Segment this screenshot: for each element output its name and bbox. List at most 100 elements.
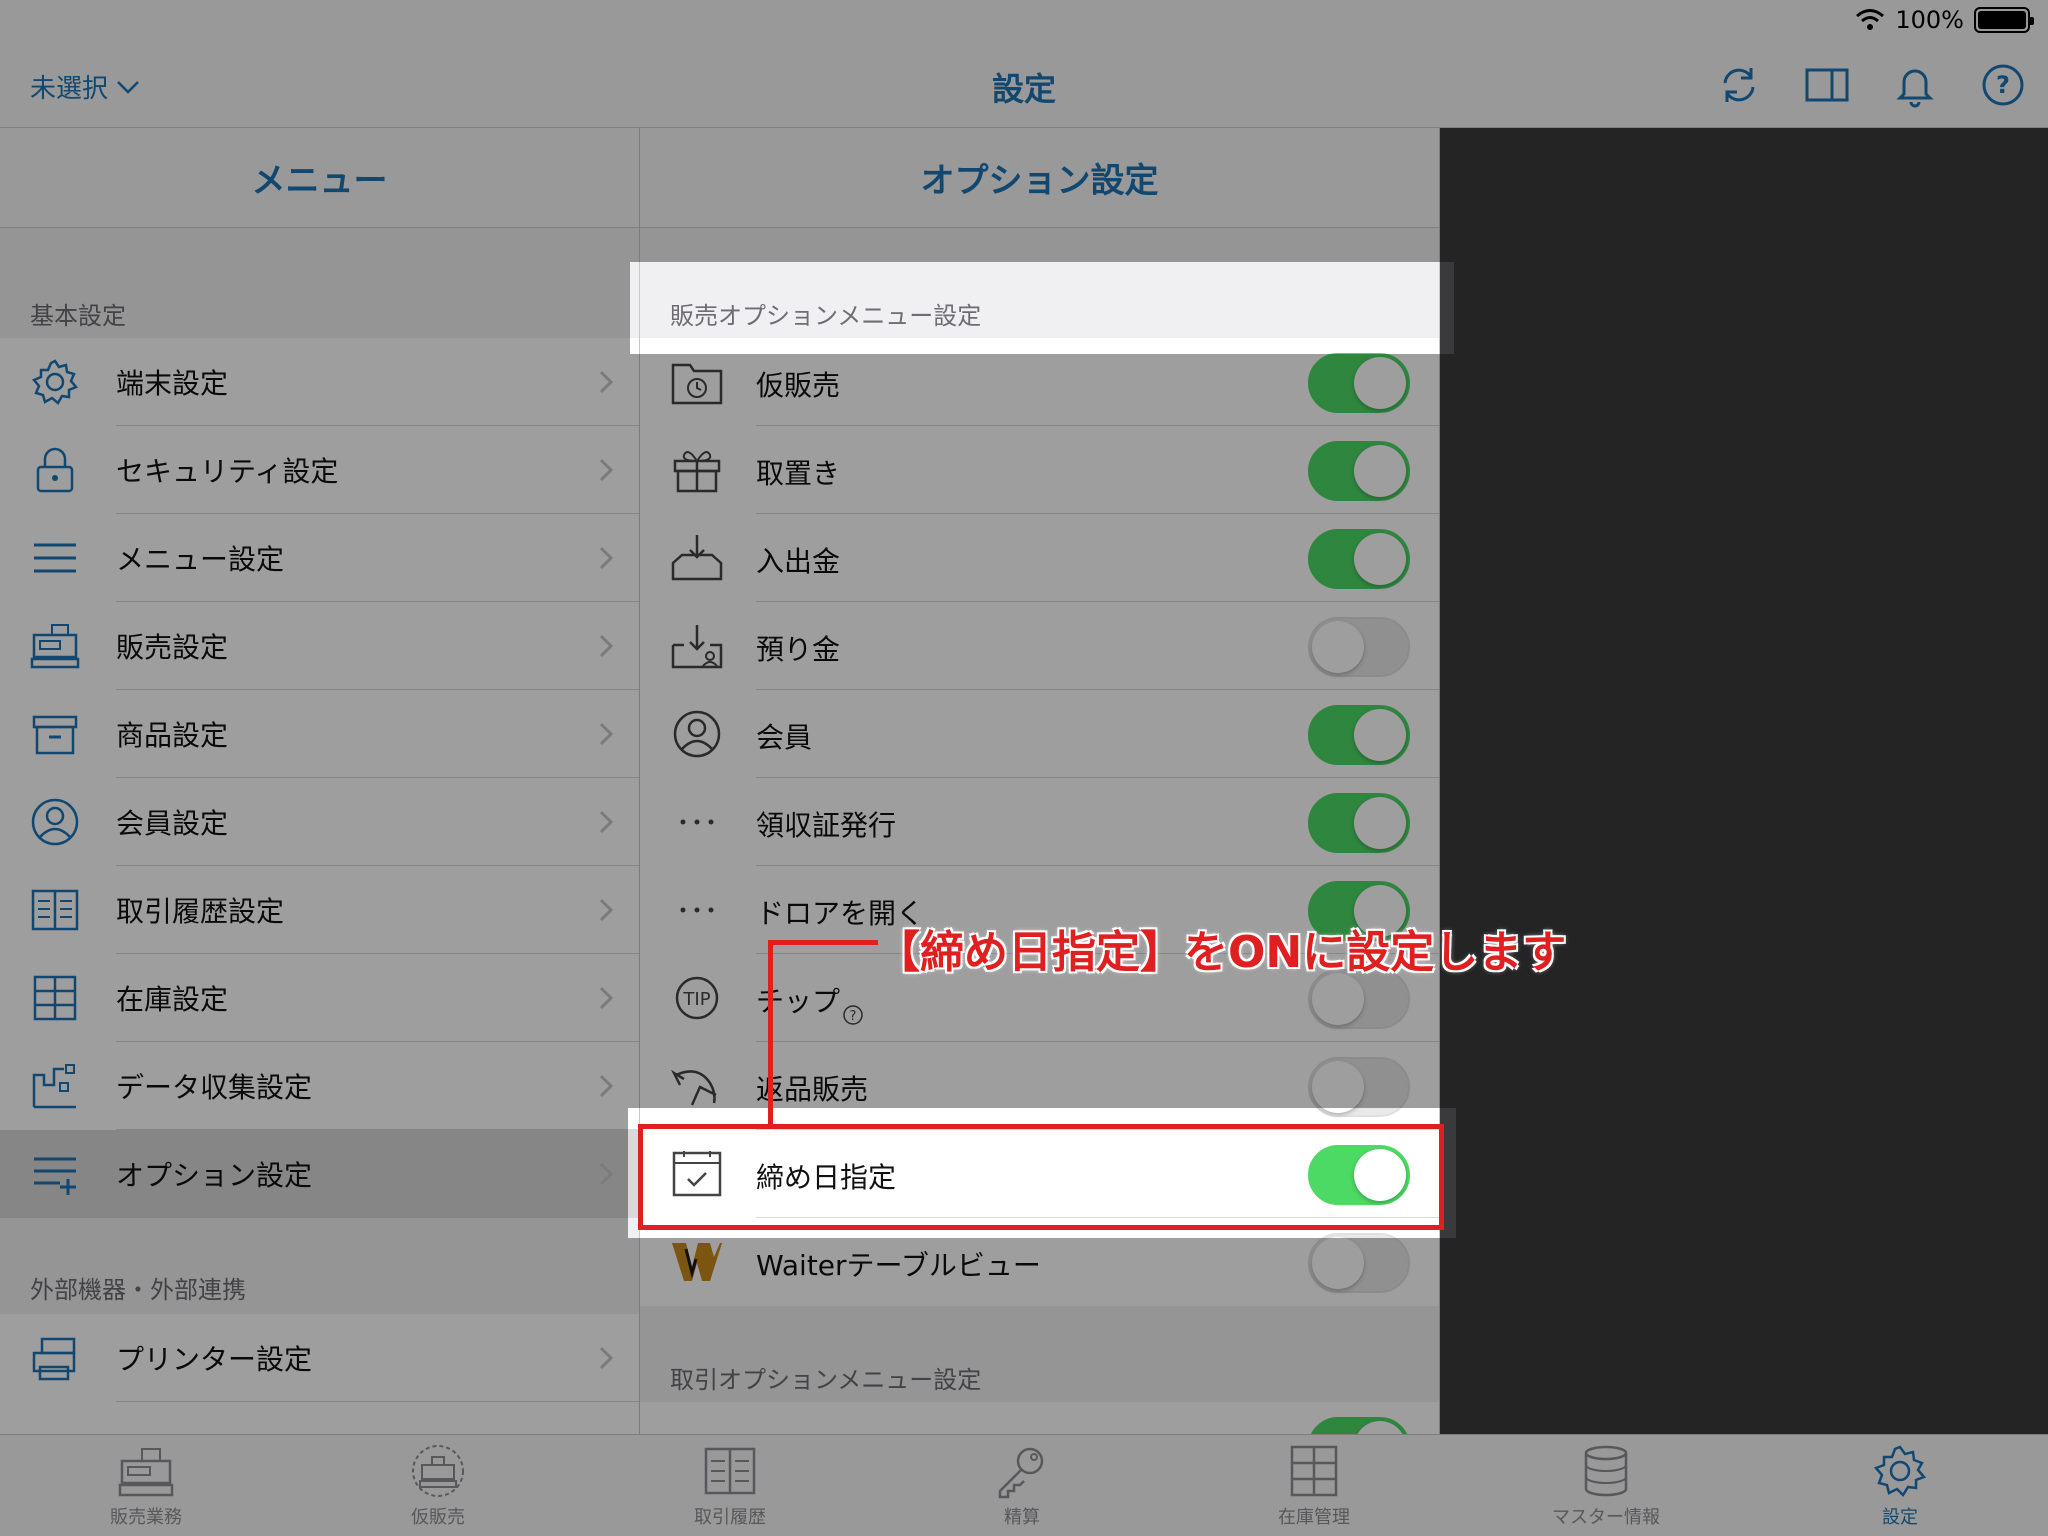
split-view-icon[interactable] [1804, 62, 1850, 108]
battery-percent: 100% [1895, 6, 1964, 34]
menu-item-inventory-settings[interactable]: 在庫設定 [0, 954, 639, 1042]
bell-icon[interactable] [1892, 62, 1938, 108]
status-bar: 100% [0, 0, 2048, 40]
option-label: 会員 [756, 721, 813, 754]
refresh-icon[interactable] [1716, 62, 1762, 108]
tab-label: 取引履歴 [694, 1507, 766, 1528]
tab-inventory[interactable]: 在庫管理 [1214, 1443, 1414, 1533]
menu-panel: メニュー 基本設定 端末設定 セキュリティ設定 メニュー設定 販売設定 商品設定… [0, 128, 640, 1434]
option-row-partial [640, 1402, 1439, 1434]
chevron-right-icon [599, 810, 614, 834]
tab-settings[interactable]: 設定 [1800, 1443, 2000, 1533]
lock-icon [36, 447, 74, 493]
person-icon [673, 710, 721, 758]
menu-panel-title: メニュー [0, 128, 639, 228]
book-icon [31, 889, 79, 931]
nav-bar: 未選択 設定 ? [0, 40, 2048, 128]
temp-sale-icon [412, 1445, 464, 1497]
data-icon [32, 1064, 76, 1109]
tab-history[interactable]: 取引履歴 [630, 1443, 830, 1533]
help-small-icon[interactable]: ? [842, 1004, 864, 1026]
menu-item-device-settings[interactable]: 端末設定 [0, 338, 639, 426]
chevron-right-icon [599, 458, 614, 482]
help-icon[interactable]: ? [1980, 62, 2026, 108]
menu-item-label: 在庫設定 [116, 983, 229, 1016]
menu-item-data-collection-settings[interactable]: データ収集設定 [0, 1042, 639, 1130]
svg-text:TIP: TIP [682, 989, 710, 1010]
tab-label: 精算 [1004, 1507, 1040, 1528]
tab-settlement[interactable]: 精算 [922, 1443, 1122, 1533]
toggle-waiter-table-view[interactable] [1308, 1233, 1410, 1293]
toggle-receipt[interactable] [1308, 793, 1410, 853]
tab-label: 仮販売 [411, 1507, 465, 1528]
tab-label: マスター情報 [1552, 1507, 1660, 1528]
toggle-partial[interactable] [1308, 1417, 1410, 1434]
menu-item-label: 端末設定 [116, 367, 229, 400]
option-row-return-sale: 返品販売 [640, 1042, 1439, 1130]
svg-text:?: ? [1996, 71, 2010, 99]
menu-item-menu-settings[interactable]: メニュー設定 [0, 514, 639, 602]
person-icon [31, 798, 79, 846]
highlight-box [638, 1124, 1444, 1230]
shelf-icon [1290, 1445, 1338, 1497]
option-row-cash-in-out: 入出金 [640, 514, 1439, 602]
option-row-hold: 取置き [640, 426, 1439, 514]
tab-temp-sale[interactable]: 仮販売 [338, 1443, 538, 1533]
chevron-right-icon [599, 1346, 614, 1370]
option-row-member: 会員 [640, 690, 1439, 778]
svg-text:?: ? [850, 1009, 857, 1024]
options-panel: オプション設定 販売オプションメニュー設定 仮販売 取置き 入出金 預り金 会員… [640, 128, 1440, 1434]
section-header-external: 外部機器・外部連携 [30, 1276, 246, 1304]
section-header-basic: 基本設定 [30, 302, 126, 330]
chevron-right-icon [599, 546, 614, 570]
gear-icon [1873, 1445, 1927, 1497]
option-row-receipt: 領収証発行 [640, 778, 1439, 866]
menu-item-label: オプション設定 [116, 1159, 313, 1192]
menu-item-history-settings[interactable]: 取引履歴設定 [0, 866, 639, 954]
option-label: 入出金 [756, 545, 841, 578]
chevron-right-icon [599, 1162, 614, 1186]
gift-icon [673, 451, 721, 493]
menu-item-product-settings[interactable]: 商品設定 [0, 690, 639, 778]
tab-label: 設定 [1882, 1507, 1918, 1528]
toggle-member[interactable] [1308, 705, 1410, 765]
shelf-icon [33, 975, 77, 1021]
tray-person-icon [671, 625, 723, 669]
menu-item-partial[interactable] [0, 1402, 639, 1434]
chevron-right-icon [599, 634, 614, 658]
menu-item-printer-settings[interactable]: プリンター設定 [0, 1314, 639, 1402]
battery-icon [1974, 7, 2034, 33]
chevron-right-icon [599, 1074, 614, 1098]
menu-item-label: 会員設定 [116, 807, 229, 840]
toggle-hold[interactable] [1308, 441, 1410, 501]
more-icon [680, 907, 714, 913]
menu-item-option-settings[interactable]: オプション設定 [0, 1130, 639, 1218]
menu-icon [34, 543, 76, 573]
menu-item-security-settings[interactable]: セキュリティ設定 [0, 426, 639, 514]
tab-sales[interactable]: 販売業務 [46, 1443, 246, 1533]
menu-item-label: プリンター設定 [116, 1343, 313, 1376]
option-label: 預り金 [756, 633, 841, 666]
menu-item-sales-settings[interactable]: 販売設定 [0, 602, 639, 690]
callout-line-horizontal [768, 940, 878, 945]
book-icon [704, 1447, 756, 1495]
tab-label: 販売業務 [110, 1507, 182, 1528]
toggle-cash-in-out[interactable] [1308, 529, 1410, 589]
option-label: Waiterテーブルビュー [756, 1249, 1041, 1282]
toggle-deposit[interactable] [1308, 617, 1410, 677]
menu-item-label: メニュー設定 [116, 543, 285, 576]
tab-master-info[interactable]: マスター情報 [1506, 1443, 1706, 1533]
option-row-waiter-table-view: Waiterテーブルビュー [640, 1218, 1439, 1306]
more-icon [680, 819, 714, 825]
callout-line-vertical [768, 940, 773, 1124]
menu-plus-icon [34, 1157, 76, 1195]
menu-item-label: データ収集設定 [116, 1071, 313, 1104]
register-icon [118, 1448, 174, 1497]
toggle-return-sale[interactable] [1308, 1057, 1410, 1117]
option-row-deposit: 預り金 [640, 602, 1439, 690]
tray-in-icon [671, 535, 723, 581]
folder-clock-icon [671, 363, 723, 405]
menu-item-label: 販売設定 [116, 631, 229, 664]
menu-item-member-settings[interactable]: 会員設定 [0, 778, 639, 866]
toggle-temp-sale[interactable] [1308, 353, 1410, 413]
